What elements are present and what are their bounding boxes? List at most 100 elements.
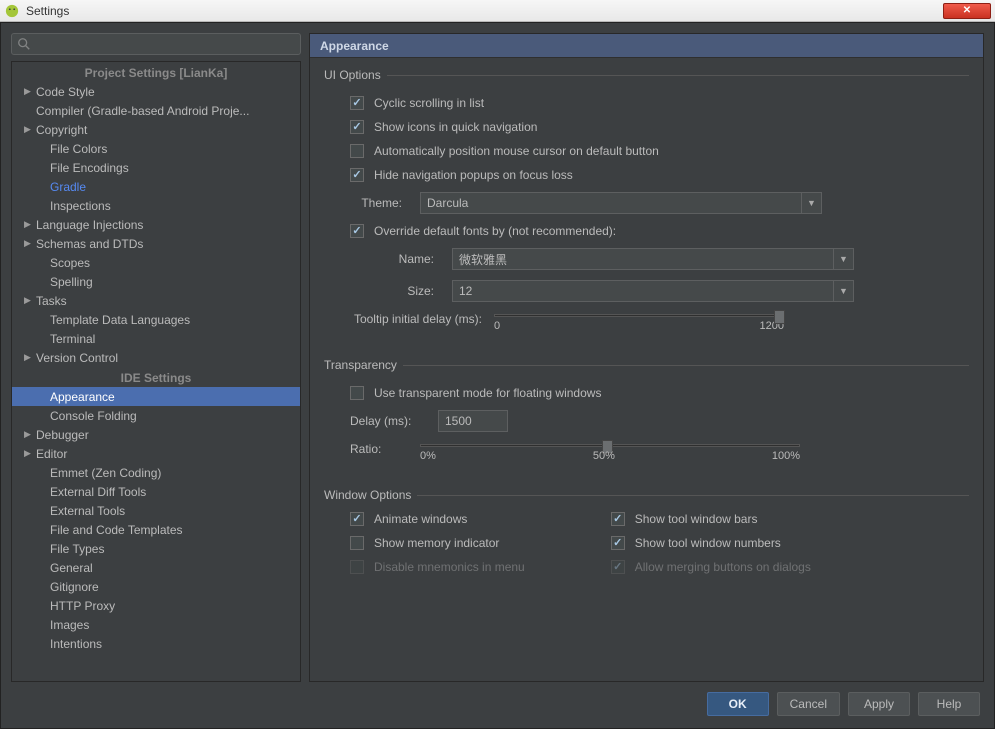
group-transparency-legend: Transparency [324,358,403,372]
project-item[interactable]: Inspections [12,196,300,215]
project-item[interactable]: ▶Schemas and DTDs [12,234,300,253]
toolnums-checkbox[interactable] [611,536,625,550]
ide-item[interactable]: Images [12,615,300,634]
project-item[interactable]: Spelling [12,272,300,291]
ide-item[interactable]: ▶Debugger [12,425,300,444]
tree-item-label: Images [50,618,89,632]
font-size-select[interactable]: 12▼ [452,280,854,302]
theme-value: Darcula [427,196,468,210]
window-buttons: ✕ [941,3,991,19]
tree-expand-icon: ▶ [24,352,34,363]
project-item[interactable]: File Encodings [12,158,300,177]
group-ui-options: UI Options Cyclic scrolling in list Show… [324,68,969,342]
tree-item-label: Inspections [50,199,111,213]
group-window-options-legend: Window Options [324,488,417,502]
override-fonts-checkbox[interactable] [350,224,364,238]
tree-item-label: Copyright [36,123,87,137]
help-button[interactable]: Help [918,692,980,716]
auto-mouse-checkbox[interactable] [350,144,364,158]
tooltip-min: 0 [494,320,500,332]
project-item[interactable]: Gradle [12,177,300,196]
settings-tree[interactable]: Project Settings [LianKa] ▶Code Style Com… [11,61,301,682]
trans-delay-field[interactable]: 1500 [438,410,508,432]
tree-expand-icon: ▶ [24,238,34,249]
tree-item-label: Gitignore [50,580,99,594]
left-panel: Project Settings [LianKa] ▶Code Style Com… [11,33,301,682]
toolnums-label: Show tool window numbers [635,536,781,550]
font-size-label: Size: [324,284,434,298]
search-input[interactable] [11,33,301,55]
animate-checkbox[interactable] [350,512,364,526]
window-title: Settings [26,4,941,18]
merge-label: Allow merging buttons on dialogs [635,560,811,574]
font-name-label: Name: [324,252,434,266]
dropdown-caret-icon: ▼ [801,193,821,213]
mnemon-label: Disable mnemonics in menu [374,560,525,574]
project-item[interactable]: ▶Tasks [12,291,300,310]
project-item[interactable]: ▶Code Style [12,82,300,101]
ide-item[interactable]: Gitignore [12,577,300,596]
ide-item[interactable]: ▶Editor [12,444,300,463]
project-item[interactable]: File Colors [12,139,300,158]
dialog-buttons: OK Cancel Apply Help [11,682,984,718]
slider-thumb[interactable] [774,310,785,324]
trans-delay-label: Delay (ms): [350,414,420,428]
dialog-frame: Project Settings [LianKa] ▶Code Style Com… [0,22,995,729]
project-item[interactable]: ▶Copyright [12,120,300,139]
titlebar: Settings ✕ [0,0,995,22]
tree-item-label: Compiler (Gradle-based Android Proje... [36,104,249,118]
merge-checkbox[interactable] [611,560,625,574]
ide-item[interactable]: General [12,558,300,577]
ide-item[interactable]: External Tools [12,501,300,520]
project-item[interactable]: Scopes [12,253,300,272]
show-icons-label: Show icons in quick navigation [374,120,537,134]
section-ide: IDE Settings [12,367,300,387]
font-name-select[interactable]: 微软雅黑 ▼ [452,248,854,270]
ide-item[interactable]: External Diff Tools [12,482,300,501]
show-icons-checkbox[interactable] [350,120,364,134]
project-item[interactable]: ▶Language Injections [12,215,300,234]
project-item[interactable]: Terminal [12,329,300,348]
tree-item-label: Spelling [50,275,93,289]
tree-expand-icon: ▶ [24,219,34,230]
project-item[interactable]: Template Data Languages [12,310,300,329]
tree-item-label: HTTP Proxy [50,599,115,613]
ide-item[interactable]: Console Folding [12,406,300,425]
ratio-max: 100% [772,450,800,462]
transparent-checkbox[interactable] [350,386,364,400]
group-transparency: Transparency Use transparent mode for fl… [324,358,969,472]
mnemon-checkbox[interactable] [350,560,364,574]
section-project: Project Settings [LianKa] [12,62,300,82]
ide-item[interactable]: File and Code Templates [12,520,300,539]
cancel-button[interactable]: Cancel [777,692,840,716]
ok-button[interactable]: OK [707,692,769,716]
ide-item[interactable]: Intentions [12,634,300,653]
cyclic-checkbox[interactable] [350,96,364,110]
tree-item-label: Schemas and DTDs [36,237,143,251]
trans-ratio-slider[interactable]: 0%50%100% [420,442,800,462]
tree-item-label: File Encodings [50,161,129,175]
font-name-value: 微软雅黑 [459,251,507,268]
ratio-min: 0% [420,450,436,462]
toolbars-label: Show tool window bars [635,512,758,526]
tooltip-delay-slider[interactable]: 01200 [494,312,784,332]
window-close-button[interactable]: ✕ [943,3,991,19]
toolbars-checkbox[interactable] [611,512,625,526]
project-item[interactable]: ▶Version Control [12,348,300,367]
dropdown-caret-icon: ▼ [833,249,853,269]
apply-button[interactable]: Apply [848,692,910,716]
ide-item[interactable]: File Types [12,539,300,558]
ide-item[interactable]: HTTP Proxy [12,596,300,615]
group-window-options: Window Options Animate windows Show memo… [324,488,969,574]
app-icon [4,3,20,19]
ide-item[interactable]: Emmet (Zen Coding) [12,463,300,482]
tree-item-label: Template Data Languages [50,313,190,327]
tree-item-label: Language Injections [36,218,143,232]
memory-checkbox[interactable] [350,536,364,550]
theme-select[interactable]: Darcula ▼ [420,192,822,214]
ide-item[interactable]: Appearance [12,387,300,406]
tree-item-label: Debugger [36,428,89,442]
tree-expand-icon: ▶ [24,295,34,306]
project-item[interactable]: Compiler (Gradle-based Android Proje... [12,101,300,120]
hide-popups-checkbox[interactable] [350,168,364,182]
